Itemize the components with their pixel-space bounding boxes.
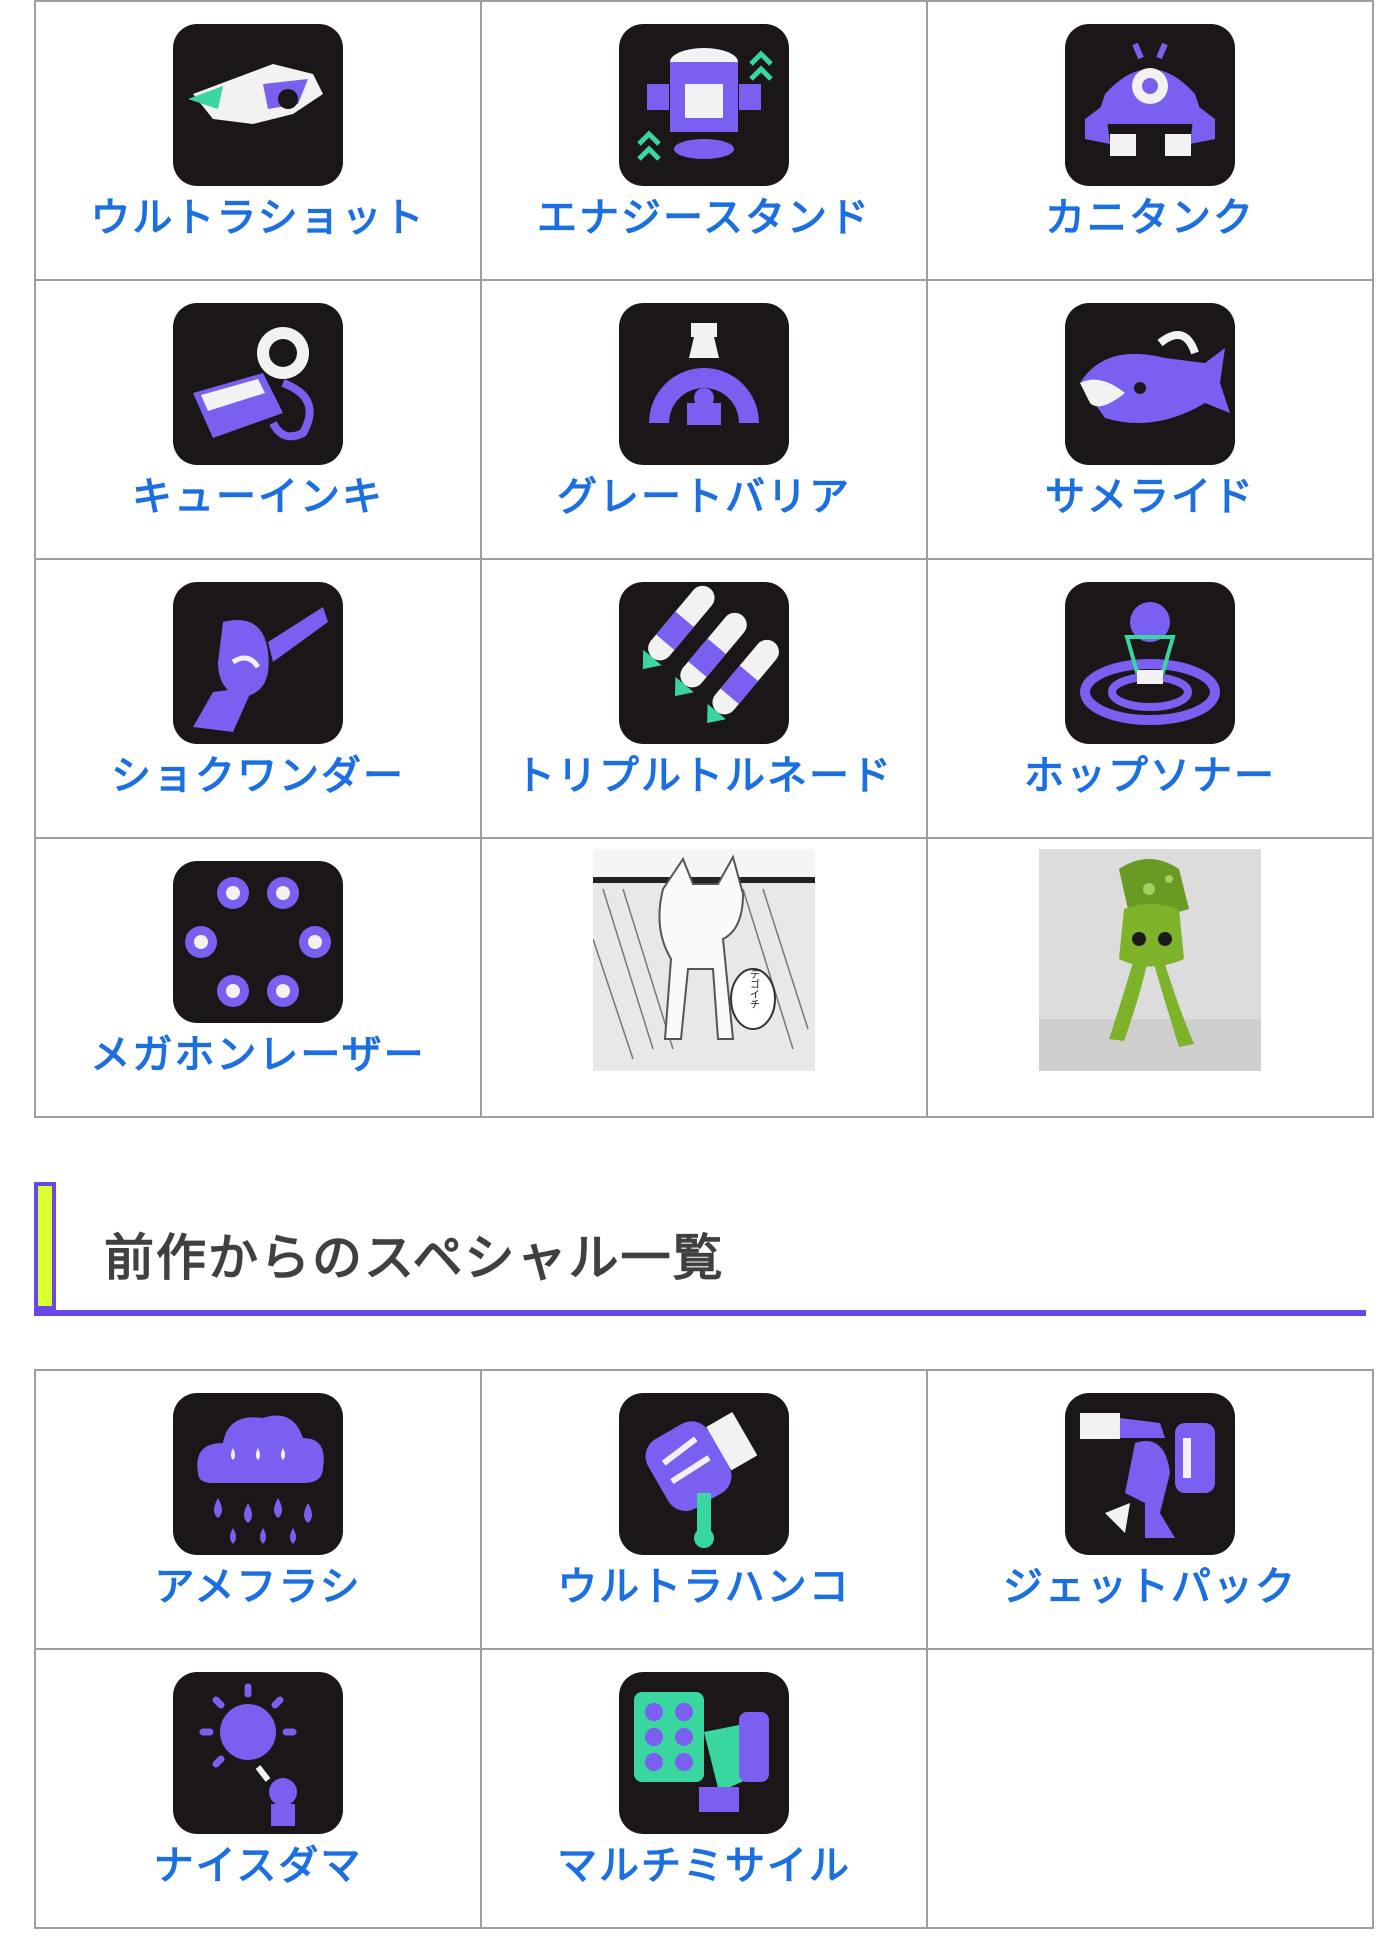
- special-label: トリプルトルネード: [515, 753, 893, 799]
- special-link-tenta-missiles[interactable]: マルチミサイル: [482, 1672, 926, 1949]
- tenta-missiles-icon: [619, 1672, 789, 1834]
- special-cell: ホップソナー: [926, 558, 1374, 839]
- ink-vac-icon: [173, 303, 343, 465]
- ultra-stamp-icon: [619, 1393, 789, 1555]
- special-cell: エナジースタンド: [480, 0, 928, 281]
- empty-cell: [926, 1648, 1374, 1929]
- special-label: ショクワンダー: [111, 753, 405, 799]
- special-label: ウルトラハンコ: [557, 1564, 851, 1610]
- special-link-big-bubbler[interactable]: グレートバリア: [482, 303, 926, 580]
- special-link-energy-stand[interactable]: エナジースタンド: [482, 24, 926, 301]
- special-link-inkjet[interactable]: ジェットパック: [928, 1393, 1372, 1670]
- energy-stand-icon: [619, 24, 789, 186]
- triple-inkstrike-icon: [619, 582, 789, 744]
- section-heading: 前作からのスペシャル一覧: [34, 1182, 1366, 1316]
- manga-dog-photo[interactable]: デゴイチ: [593, 849, 815, 1071]
- special-label: マルチミサイル: [557, 1843, 851, 1889]
- special-label: ジェットパック: [1003, 1564, 1297, 1610]
- special-cell: グレートバリア: [480, 279, 928, 560]
- killer-wail-icon: [173, 861, 343, 1023]
- reefslider-icon: [1065, 303, 1235, 465]
- special-link-ink-vac[interactable]: キューインキ: [36, 303, 480, 580]
- special-cell: ウルトラショット: [34, 0, 482, 281]
- special-label: アメフラシ: [154, 1564, 362, 1610]
- special-link-ultra-shot[interactable]: ウルトラショット: [36, 24, 480, 301]
- special-label: ホップソナー: [1024, 753, 1276, 799]
- special-cell: ショクワンダー: [34, 558, 482, 839]
- special-link-reefslider[interactable]: サメライド: [928, 303, 1372, 580]
- ultra-shot-icon: [173, 24, 343, 186]
- special-link-ink-storm[interactable]: アメフラシ: [36, 1393, 480, 1670]
- special-label: キューインキ: [132, 474, 384, 520]
- special-link-killer-wail[interactable]: メガホンレーザー: [36, 861, 480, 1138]
- special-cell: メガホンレーザー: [34, 837, 482, 1118]
- special-cell: キューインキ: [34, 279, 482, 560]
- special-label: エナジースタンド: [537, 195, 871, 241]
- inkjet-icon: [1065, 1393, 1235, 1555]
- special-cell: サメライド: [926, 279, 1374, 560]
- special-label: メガホンレーザー: [90, 1032, 426, 1078]
- special-link-triple-inkstrike[interactable]: トリプルトルネード: [482, 582, 926, 859]
- special-link-zipcaster[interactable]: ショクワンダー: [36, 582, 480, 859]
- heading-accent-bar: [34, 1182, 56, 1310]
- speech-bubble-text: デゴイチ: [748, 968, 760, 1009]
- section-heading-text: 前作からのスペシャル一覧: [104, 1229, 725, 1287]
- special-cell: カニタンク: [926, 0, 1374, 281]
- crab-tank-icon: [1065, 24, 1235, 186]
- special-cell: アメフラシ: [34, 1369, 482, 1650]
- special-link-wave-breaker[interactable]: ホップソナー: [928, 582, 1372, 859]
- special-cell: ジェットパック: [926, 1369, 1374, 1650]
- special-link-ultra-stamp[interactable]: ウルトラハンコ: [482, 1393, 926, 1670]
- zipcaster-icon: [173, 582, 343, 744]
- special-cell: ウルトラハンコ: [480, 1369, 928, 1650]
- special-label: サメライド: [1045, 474, 1255, 520]
- special-link-crab-tank[interactable]: カニタンク: [928, 24, 1372, 301]
- special-cell: トリプルトルネード: [480, 558, 928, 839]
- green-squid-figure-photo[interactable]: [1039, 849, 1261, 1071]
- heading-underline: [34, 1310, 1366, 1316]
- image-cell: デゴイチ: [480, 837, 928, 1118]
- previous-specials-table: アメフラシ ウルトラハンコ ジェットパック ナイスダマ マルチミサイル: [34, 1369, 1374, 1929]
- special-label: カニタンク: [1045, 195, 1255, 241]
- current-specials-table: ウルトラショット エナジースタンド カニタンク キューインキ グレートバリア サ…: [34, 0, 1374, 1118]
- big-bubbler-icon: [619, 303, 789, 465]
- booyah-bomb-icon: [173, 1672, 343, 1834]
- ink-storm-icon: [173, 1393, 343, 1555]
- wave-breaker-icon: [1065, 582, 1235, 744]
- special-cell: ナイスダマ: [34, 1648, 482, 1929]
- special-label: グレートバリア: [557, 474, 851, 520]
- special-cell: マルチミサイル: [480, 1648, 928, 1929]
- special-label: ナイスダマ: [153, 1843, 363, 1889]
- image-cell: [926, 837, 1374, 1118]
- special-label: ウルトラショット: [90, 195, 426, 241]
- special-link-booyah-bomb[interactable]: ナイスダマ: [36, 1672, 480, 1949]
